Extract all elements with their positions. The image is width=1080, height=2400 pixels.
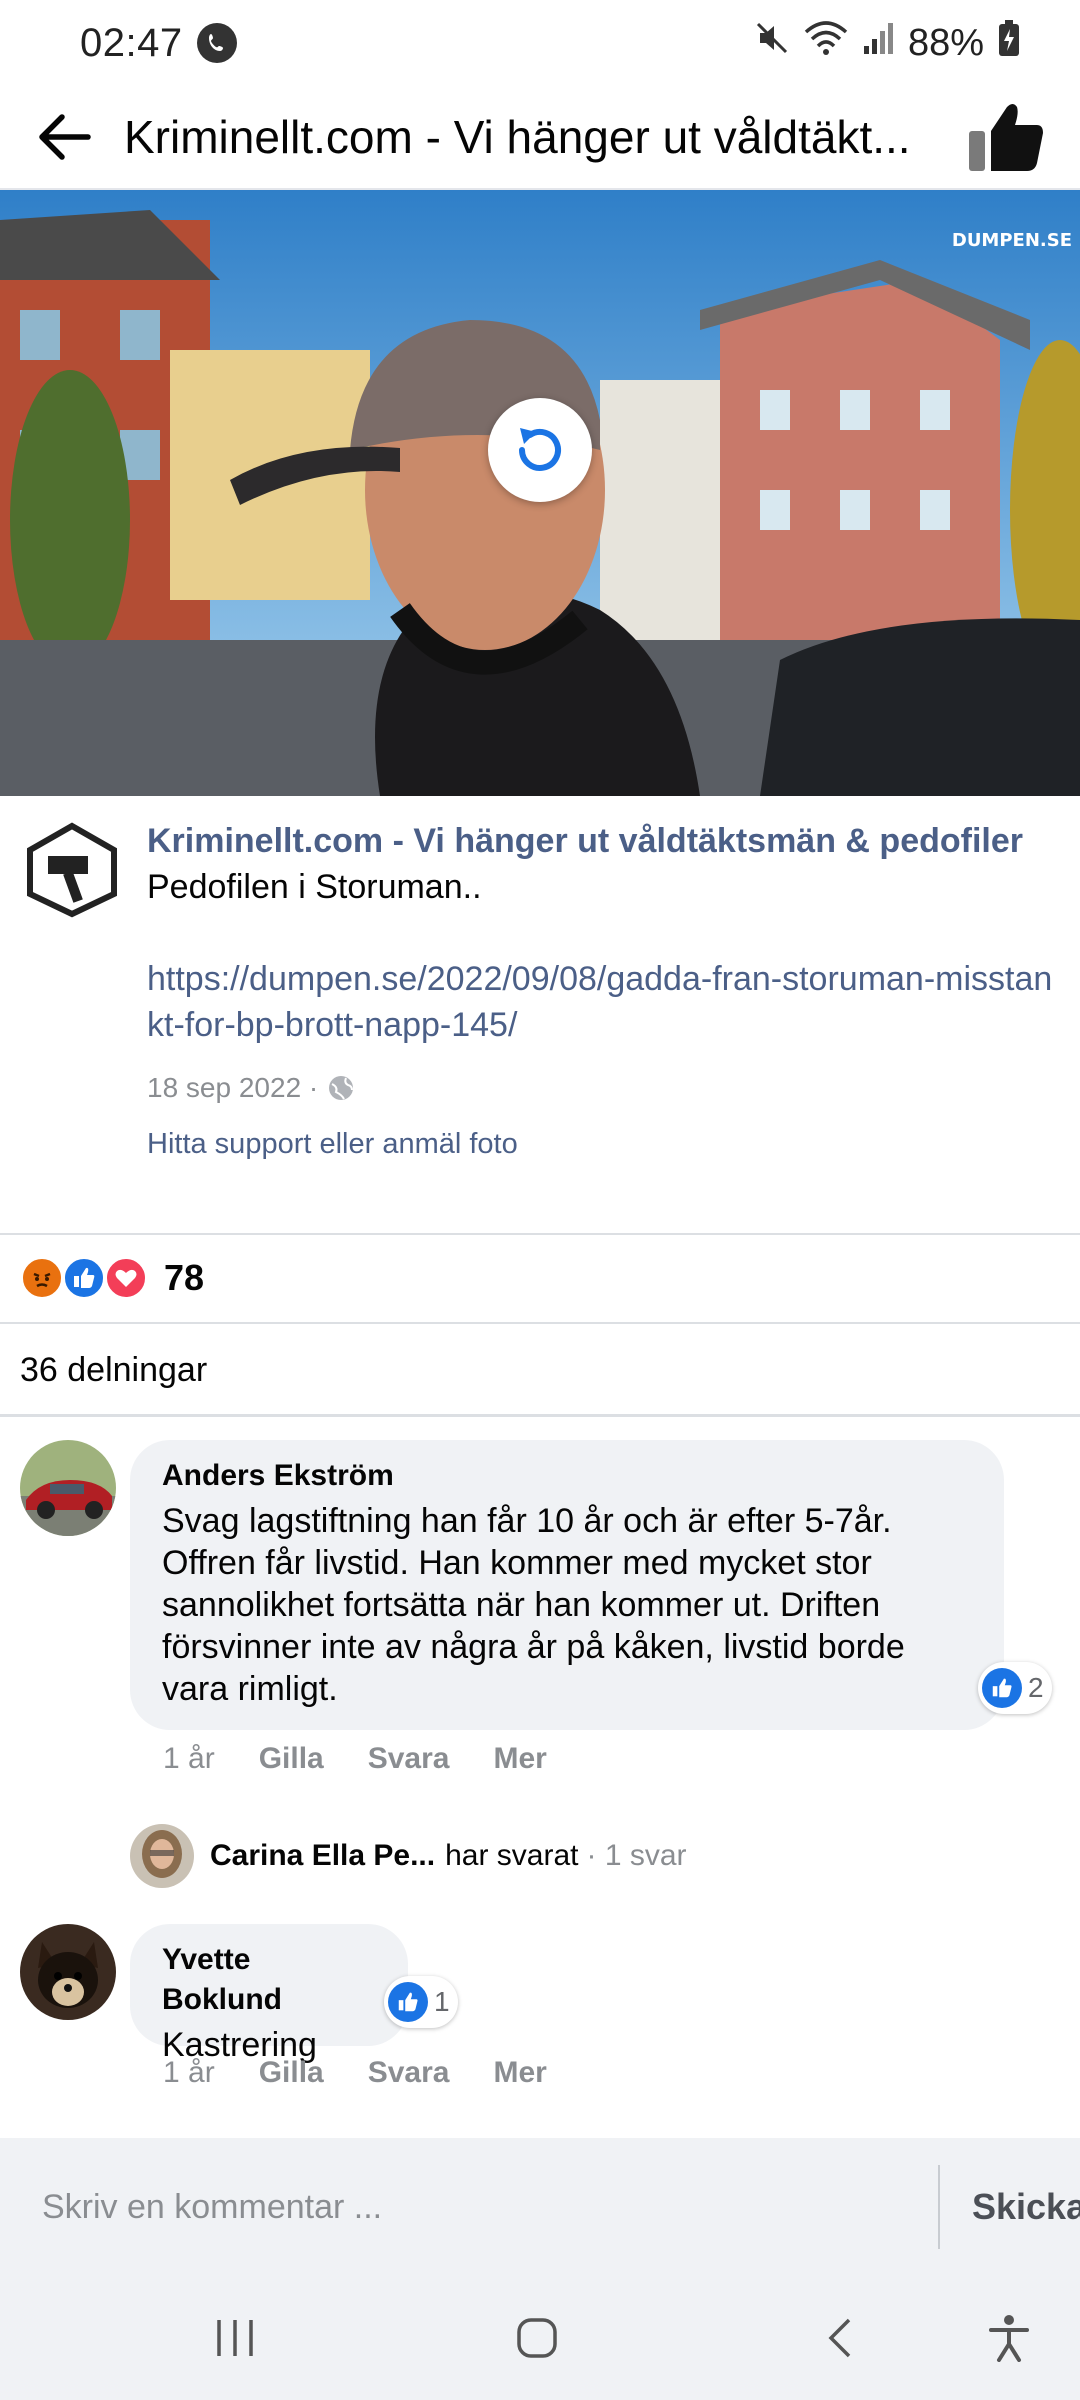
comment-like-count: 2 [1028, 1672, 1044, 1703]
watermark: DUMPEN.SE [951, 230, 1072, 251]
reply-author: Carina Ella Pe... [210, 1839, 436, 1872]
reaction-count: 78 [164, 1257, 205, 1298]
recent-apps-button[interactable] [190, 2293, 280, 2383]
accessibility-icon [989, 2315, 1029, 2362]
send-button[interactable]: Skicka [940, 2186, 1080, 2228]
comment-input[interactable]: Skriv en kommentar ... [0, 2138, 938, 2276]
like-page-button[interactable] [964, 95, 1048, 179]
post-url-link[interactable]: https://dumpen.se/2022/09/08/gadda-fran-… [147, 956, 1067, 1048]
comment-bubble[interactable]: Yvette Boklund Kastrering [130, 1924, 408, 2064]
reactions-summary[interactable]: 78 [20, 1236, 204, 1320]
recent-apps-icon [217, 2320, 253, 2356]
signal-icon [862, 20, 894, 66]
battery-percent: 88% [907, 21, 984, 64]
comment-like-badge[interactable]: 1 [384, 1976, 458, 2028]
avatar [130, 1824, 194, 1888]
reload-icon [519, 428, 561, 471]
comment-more-button[interactable]: Mer [493, 1742, 546, 1776]
page-title: Kriminellt.com - Vi hänger ut våldtäkt..… [124, 111, 911, 163]
home-button[interactable] [492, 2293, 582, 2383]
divider [0, 1233, 1080, 1235]
page-name-link[interactable]: Kriminellt.com - Vi hänger ut våldtäktsm… [147, 818, 1056, 864]
nav-back-button[interactable] [796, 2293, 886, 2383]
angry-reaction-icon [20, 1256, 64, 1300]
comment-composer: Skriv en kommentar ... Skicka [0, 2138, 1080, 2276]
comment-like-button[interactable]: Gilla [259, 2056, 324, 2090]
love-reaction-icon [104, 1256, 148, 1300]
page-logo-icon[interactable] [24, 822, 120, 918]
avatar[interactable] [20, 1440, 116, 1536]
report-photo-link[interactable]: Hitta support eller anmäl foto [147, 1128, 1056, 1161]
wifi-icon [804, 20, 848, 66]
shares-count[interactable]: 36 delningar [20, 1326, 207, 1414]
status-bar: 02:47 88% [0, 0, 1080, 86]
divider [0, 1322, 1080, 1324]
thumbs-up-icon [969, 104, 1043, 171]
comment-like-button[interactable]: Gilla [259, 1742, 324, 1776]
reload-button[interactable] [488, 398, 592, 502]
comment-time: 1 år [163, 2056, 215, 2089]
top-header: Kriminellt.com - Vi hänger ut våldtäkt..… [0, 86, 1080, 190]
post-info: Kriminellt.com - Vi hänger ut våldtäktsm… [0, 810, 1080, 1161]
call-icon [196, 23, 237, 63]
like-icon [982, 1668, 1022, 1708]
accessibility-button[interactable] [964, 2293, 1054, 2383]
reply-suffix: har svarat [445, 1839, 579, 1872]
post-photo[interactable]: DUMPEN.SE [0, 190, 1080, 796]
comment-reply-button[interactable]: Svara [368, 2056, 450, 2090]
comment-actions: 1 år Gilla Svara Mer [163, 1742, 547, 1776]
battery-icon [998, 19, 1020, 67]
mute-icon [754, 20, 790, 66]
back-button[interactable] [32, 105, 96, 169]
nav-back-icon [828, 2318, 851, 2358]
post-date: 18 sep 2022 · [147, 1072, 319, 1103]
reply-summary[interactable]: Carina Ella Pe... har svarat · 1 svar [130, 1824, 687, 1888]
globe-icon [329, 1076, 354, 1100]
system-nav-bar [0, 2276, 1080, 2400]
comment-reply-button[interactable]: Svara [368, 1742, 450, 1776]
comment-like-count: 1 [434, 1986, 450, 2017]
comment-author[interactable]: Anders Ekström [162, 1456, 972, 1496]
comment-like-badge[interactable]: 2 [978, 1662, 1052, 1714]
home-icon [517, 2318, 557, 2358]
like-reaction-icon [62, 1256, 106, 1300]
divider [0, 1414, 1080, 1417]
comment-actions: 1 år Gilla Svara Mer [163, 2056, 547, 2090]
comment-text: Svag lagstiftning han får 10 år och är e… [162, 1502, 905, 1708]
reaction-icons [20, 1256, 150, 1300]
reply-count: · 1 svar [586, 1839, 687, 1872]
back-arrow-icon [39, 114, 91, 160]
comment-author[interactable]: Yvette Boklund [162, 1940, 376, 2020]
avatar[interactable] [20, 1924, 116, 2020]
like-icon [388, 1982, 428, 2022]
post-caption: Pedofilen i Storuman.. [147, 868, 482, 906]
comment-more-button[interactable]: Mer [493, 2056, 546, 2090]
comment-bubble[interactable]: Anders Ekström Svag lagstiftning han får… [130, 1440, 1004, 1730]
post-meta: 18 sep 2022 · [147, 1072, 1056, 1104]
status-time: 02:47 [80, 20, 183, 65]
comment-time: 1 år [163, 1742, 215, 1775]
